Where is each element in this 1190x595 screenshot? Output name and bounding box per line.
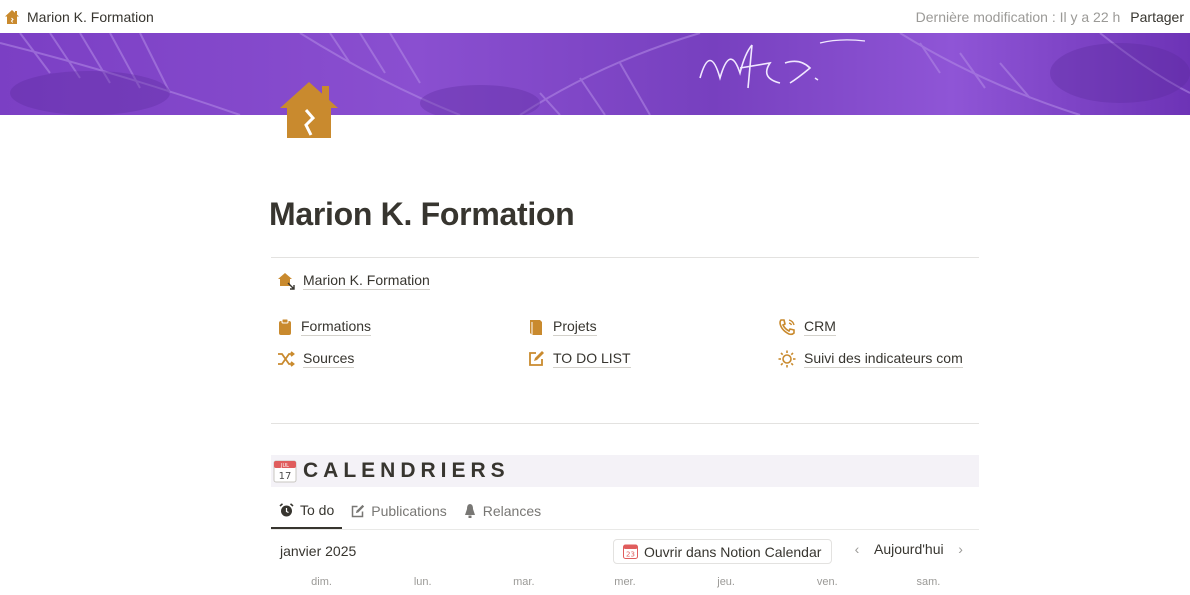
link-todo-list[interactable]: TO DO LIST [527,350,631,368]
link-suivi-indicateurs[interactable]: Suivi des indicateurs com [778,350,963,368]
clipboard-icon [279,318,291,335]
alarm-icon [279,502,294,516]
chevron-left-icon[interactable]: ‹ [850,541,864,557]
shuffle-icon [278,351,295,367]
edit-icon [529,351,544,366]
palm-leaves-decoration [0,33,1190,115]
link-label: Suivi des indicateurs com [804,350,963,368]
tab-relances[interactable]: Relances [455,493,549,529]
top-bar: Marion K. Formation Dernière modificatio… [0,0,1190,33]
calendar-icon-month: JUL [280,463,289,469]
tab-label: To do [300,502,335,518]
bell-icon [464,504,475,518]
weekday-label: dim. [311,576,332,588]
chevron-right-icon[interactable]: › [954,541,968,557]
house-icon [5,9,19,24]
link-label: Projets [553,318,597,336]
edit-icon [352,504,365,517]
book-icon [530,320,542,335]
house-link-icon [278,273,295,290]
breadcrumb[interactable]: Marion K. Formation [4,9,154,25]
weekday-label: mer. [614,576,636,588]
calendar-navigation: ‹ Aujourd'hui › [850,541,968,557]
link-formations[interactable]: Formations [277,318,372,336]
link-label: Formations [301,318,372,336]
weekday-label: lun. [413,576,432,588]
open-notion-calendar-button[interactable]: 23 Ouvrir dans Notion Calendar [613,539,833,564]
notion-calendar-icon-day: 23 [626,551,635,559]
link-label: TO DO LIST [553,350,631,368]
link-label: Marion K. Formation [303,272,430,290]
link-marion-k-formation[interactable]: Marion K. Formation [277,272,430,290]
calendar-icon-day: 17 [279,471,292,482]
sun-icon [778,350,796,368]
open-button-label: Ouvrir dans Notion Calendar [644,543,822,560]
calendriers-title: CALENDRIERS [303,459,510,482]
page-title[interactable]: Marion K. Formation [269,196,575,233]
tab-publications[interactable]: Publications [342,493,455,529]
divider [271,423,979,424]
divider [271,257,979,258]
breadcrumb-title: Marion K. Formation [27,8,154,25]
tab-label: Relances [482,503,542,519]
link-label: Sources [303,350,355,368]
link-crm[interactable]: CRM [778,318,836,336]
link-sources[interactable]: Sources [277,350,355,368]
notion-calendar-icon: 23 [623,544,638,559]
today-button[interactable]: Aujourd'hui [874,541,944,557]
weekday-label: mar. [513,576,535,588]
weekday-label: ven. [816,576,838,588]
calendriers-heading[interactable]: JUL 17 CALENDRIERS [271,455,979,487]
last-modified-text: Dernière modification : Il y a 22 h [915,8,1121,25]
link-projets[interactable]: Projets [527,318,597,336]
weekday-label: sam. [916,576,941,588]
weekday-label: jeu. [717,576,735,588]
link-label: CRM [804,318,836,336]
phone-icon [779,319,795,336]
tab-label: Publications [371,503,447,519]
calendar-icon: JUL 17 [273,460,297,483]
tab-to-do[interactable]: To do [271,493,343,529]
page-cover[interactable] [0,33,1190,115]
house-icon[interactable] [278,80,340,140]
weekday-header: dim. lun. mar. mer. jeu. ven. sam. [271,576,979,588]
current-month-label: janvier 2025 [280,543,357,559]
calendar-tabs: To do Publications Relances [271,493,979,530]
signature-logo [699,39,866,89]
share-button[interactable]: Partager [1130,9,1184,25]
